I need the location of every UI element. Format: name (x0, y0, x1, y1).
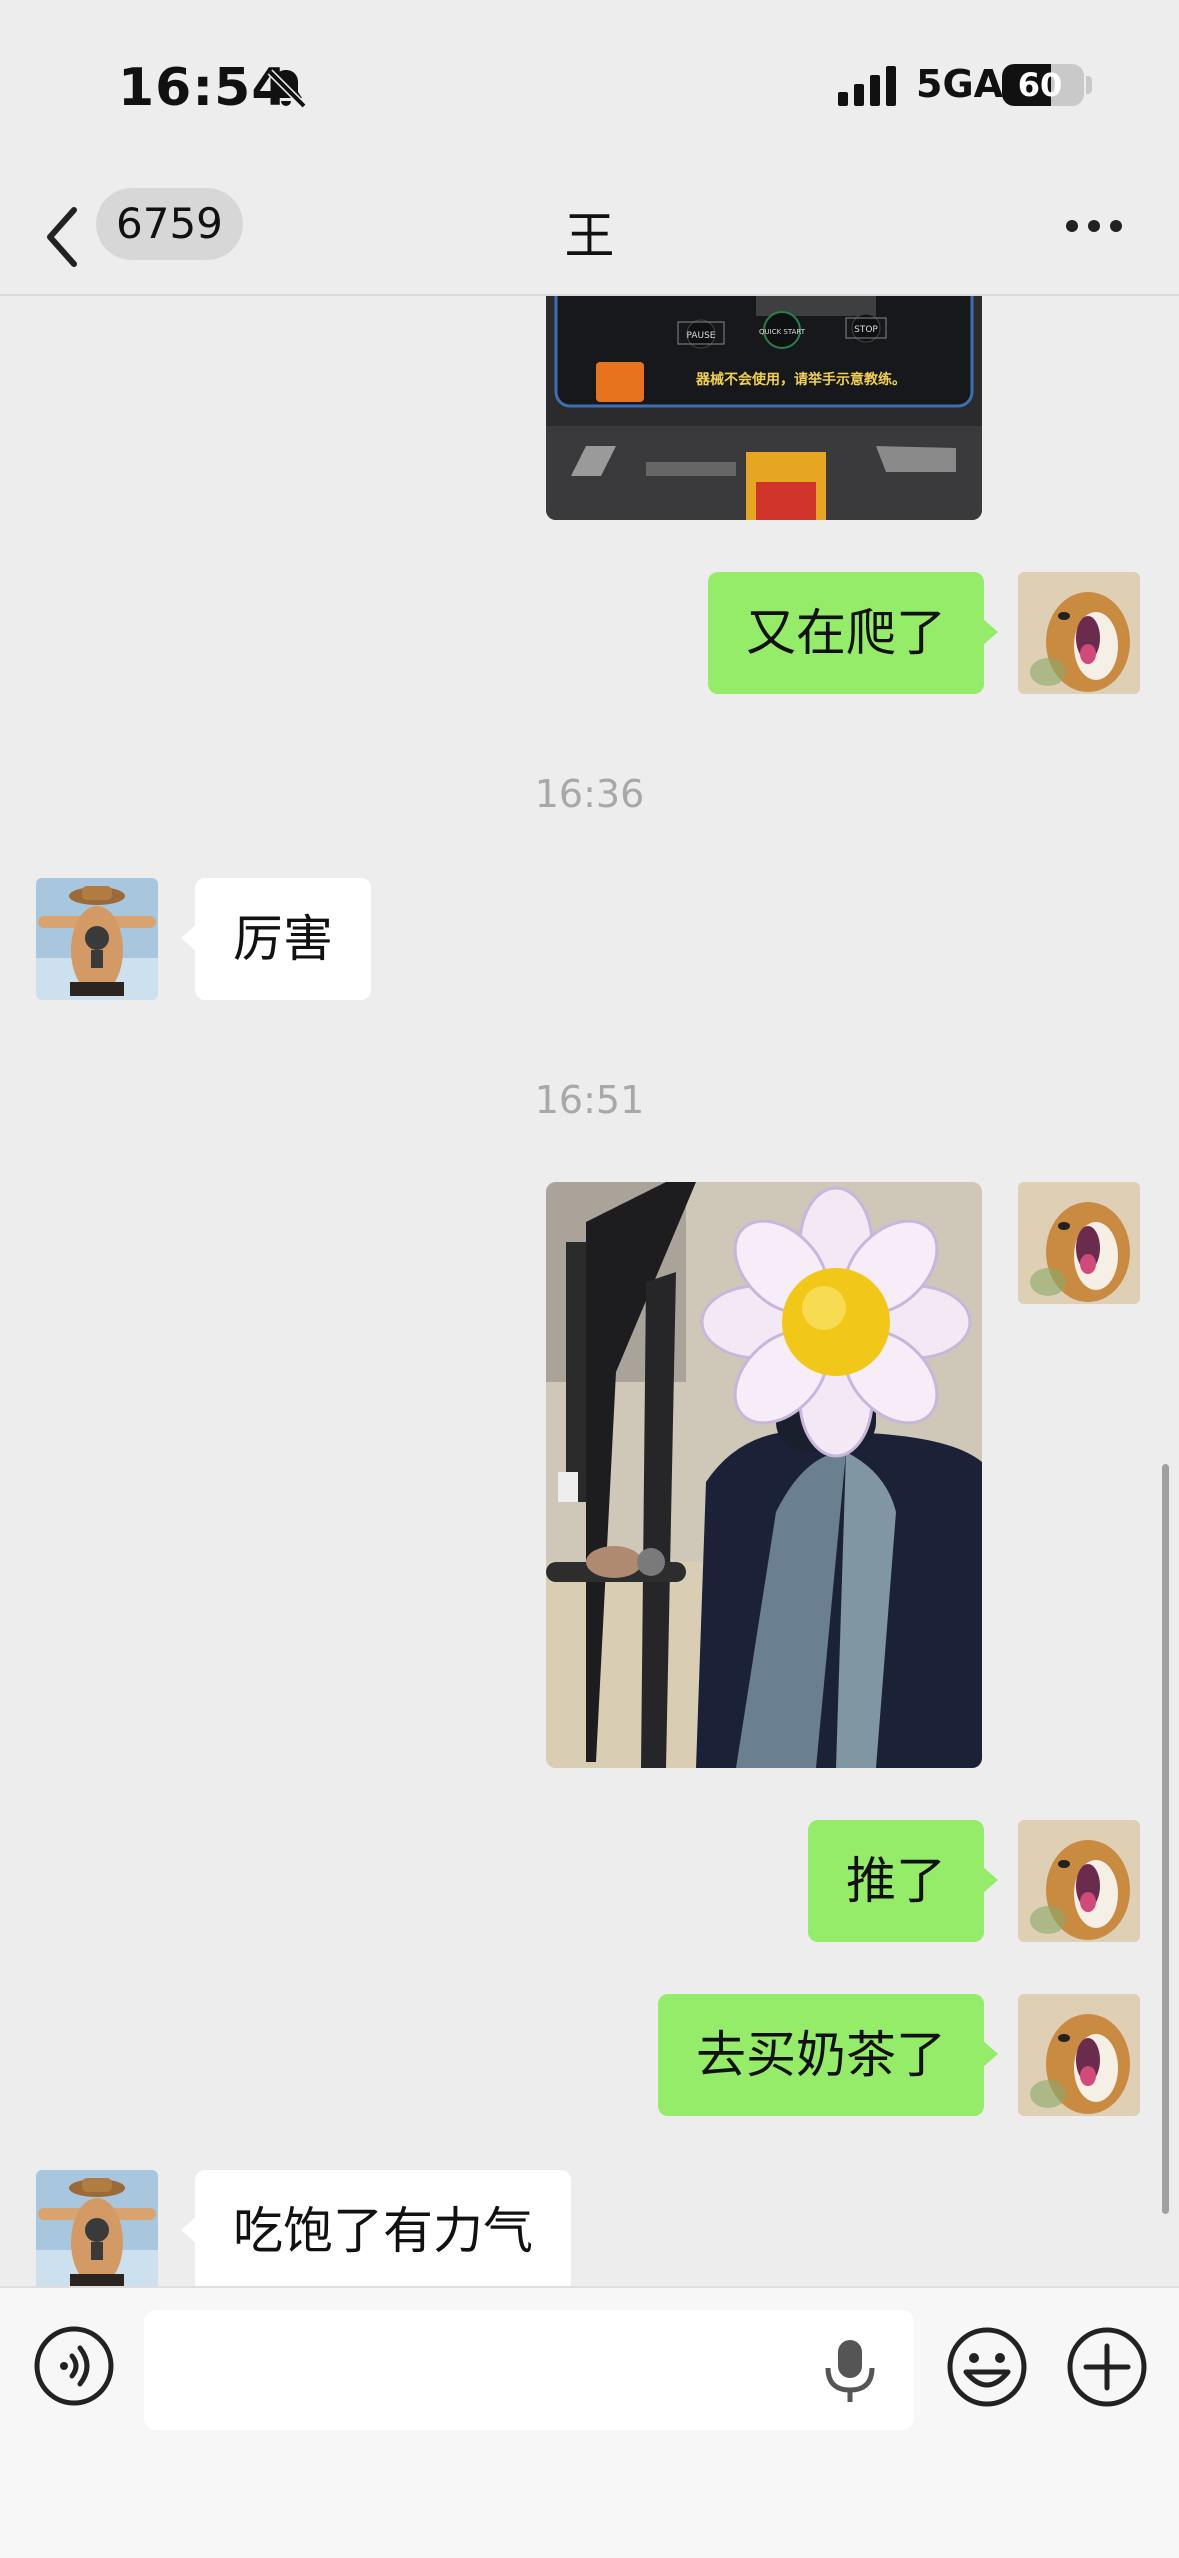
photo-message-treadmill[interactable]: PAUSE QUICK START STOP 器械不会使用，请举手示意教练。 (546, 296, 982, 520)
my-avatar[interactable] (1018, 1994, 1140, 2116)
contact-avatar[interactable] (36, 878, 158, 1000)
sign-pause: PAUSE (687, 331, 716, 341)
message-bubble[interactable]: 又在爬了 (708, 572, 998, 694)
message-list[interactable]: PAUSE QUICK START STOP 器械不会使用，请举手示意教练。 又… (0, 296, 1179, 2286)
contact-avatar[interactable] (36, 2170, 158, 2286)
signal-icon (838, 66, 896, 106)
plus-icon[interactable] (1066, 2326, 1148, 2408)
timestamp: 16:51 (534, 1078, 645, 1122)
scrollbar[interactable] (1162, 1464, 1169, 2214)
mic-icon[interactable] (822, 2338, 878, 2404)
message-input[interactable] (144, 2310, 914, 2430)
timestamp: 16:36 (534, 772, 645, 816)
my-avatar[interactable] (1018, 572, 1140, 694)
my-avatar[interactable] (1018, 1820, 1140, 1942)
sign-quick-start: QUICK START (759, 328, 806, 336)
my-avatar[interactable] (1018, 1182, 1140, 1304)
photo-message-gym-selfie[interactable] (546, 1182, 982, 1768)
chat-title: 王 (564, 207, 615, 265)
bell-mute-icon (267, 69, 307, 109)
battery-level: 60 (1017, 66, 1063, 104)
battery-icon: 60 (1002, 64, 1084, 106)
message-bubble[interactable]: 推了 (808, 1820, 998, 1942)
message-bubble[interactable]: 吃饱了有力气 (181, 2170, 571, 2286)
message-bubble[interactable]: 去买奶茶了 (658, 1994, 998, 2116)
voice-icon[interactable] (34, 2326, 114, 2406)
network-type: 5GA (916, 62, 1004, 106)
sign-stop: STOP (854, 325, 878, 335)
message-bubble[interactable]: 厉害 (181, 878, 371, 1000)
emoji-icon[interactable] (946, 2326, 1028, 2408)
sign-notice: 器械不会使用，请举手示意教练。 (695, 371, 906, 388)
